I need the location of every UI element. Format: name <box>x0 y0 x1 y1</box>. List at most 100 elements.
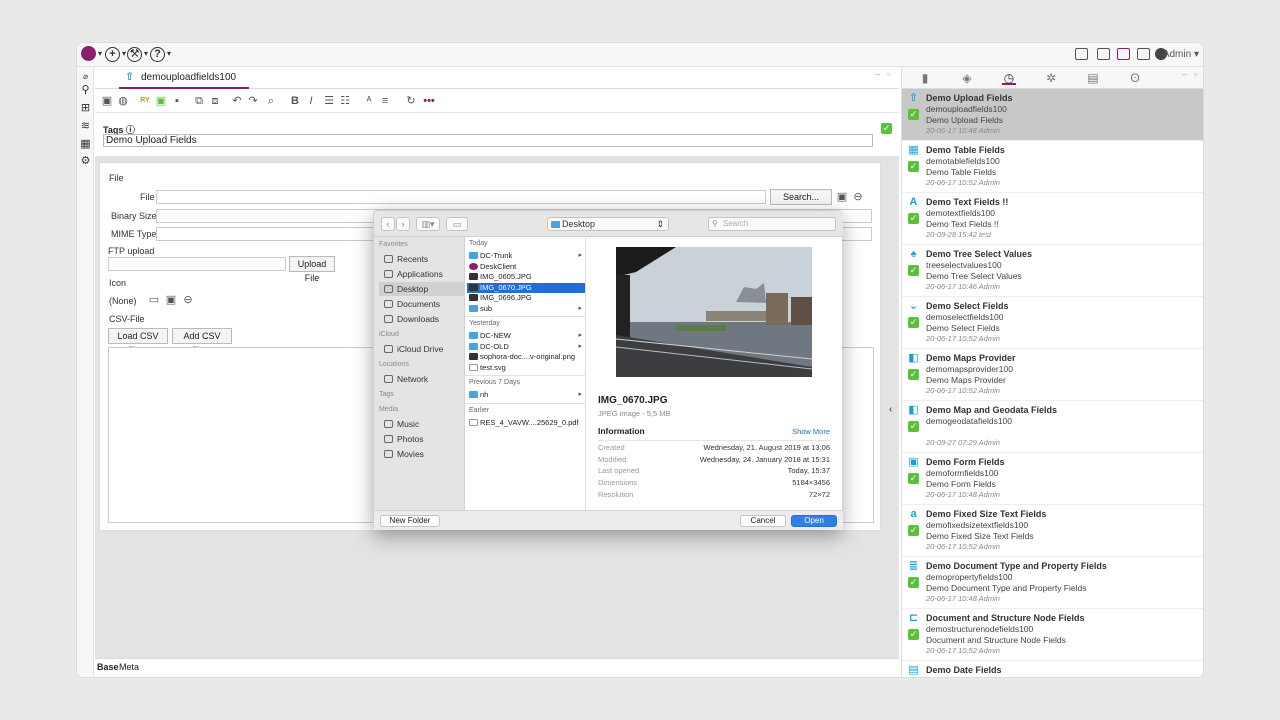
list-item[interactable]: ⊏ ✓ Document and Structure Node Fields demo… <box>902 609 1203 661</box>
maximize-icon[interactable]: ▫ <box>887 69 890 79</box>
sidebar-item-desktop[interactable]: Desktop <box>379 282 465 296</box>
undo-icon[interactable]: ↶ <box>231 95 243 107</box>
pin-icon[interactable]: ⌀ <box>80 71 91 82</box>
file-item[interactable]: RES_4_VAVW....25629_0.pdf <box>467 418 585 428</box>
sidebar-item-network[interactable]: Network <box>384 372 464 386</box>
structure-view-icon[interactable] <box>1075 48 1088 60</box>
history-icon[interactable]: ◷ <box>1002 71 1016 85</box>
file-item[interactable]: nh ▸ <box>467 390 585 400</box>
list-item[interactable]: ≣ ✓ Demo Document Type and Property Fields… <box>902 557 1203 609</box>
calendar-search-icon[interactable]: ▦ <box>80 139 91 150</box>
file-item[interactable]: DC-OLD ▸ <box>467 342 585 352</box>
sidebar-item-photos[interactable]: Photos <box>384 432 464 446</box>
inbox-icon[interactable]: ▤ <box>1086 71 1100 85</box>
align-icon[interactable]: ≡ <box>379 95 391 107</box>
refresh-icon[interactable]: ↻ <box>405 95 417 107</box>
new-folder-icon[interactable]: ▭ <box>446 217 468 231</box>
italic-icon[interactable]: I <box>305 95 317 107</box>
add-csv-button[interactable]: Add CSV file... <box>172 328 232 355</box>
minimize-icon[interactable]: – <box>1182 69 1187 79</box>
maximize-icon[interactable]: ▫ <box>1194 69 1197 79</box>
search-button[interactable]: Search... <box>770 189 832 205</box>
copy-icon[interactable]: ⧉ <box>193 95 205 107</box>
ftp-upload-field[interactable] <box>108 257 286 271</box>
file-item[interactable]: IMG_0696.JPG <box>467 293 585 303</box>
file-item[interactable]: sophora-doc....v-original.png <box>467 352 585 362</box>
globe-icon[interactable]: ◍ <box>117 95 129 107</box>
sidebar-item-documents[interactable]: Documents <box>384 297 464 311</box>
file-item[interactable]: IMG_0670.JPG <box>467 282 585 293</box>
search-input[interactable]: ⚲ Search <box>708 217 836 231</box>
list-item[interactable]: ▦ ✓ Demo Table Fields demotablefields100 Dem… <box>902 141 1203 193</box>
show-more-link[interactable]: Show More <box>792 427 830 436</box>
collapse-panel-icon[interactable]: ‹ <box>889 404 892 415</box>
app-logo[interactable] <box>81 46 96 61</box>
more-icon[interactable]: ••• <box>423 95 435 107</box>
chevron-down-icon[interactable]: ▾ <box>122 49 126 58</box>
ry-icon[interactable]: RY <box>139 95 151 107</box>
sidebar-item-movies[interactable]: Movies <box>384 447 464 461</box>
save-icon[interactable]: ▣ <box>101 95 113 107</box>
user-menu[interactable]: Admin ▾ <box>1163 49 1199 60</box>
find-icon[interactable]: ⌕ <box>265 95 277 107</box>
file-item[interactable]: DC-NEW ▸ <box>467 331 585 341</box>
list-item[interactable]: A ✓ Demo Text Fields !! demotextfields100 De… <box>902 193 1203 245</box>
redo-icon[interactable]: ↷ <box>247 95 259 107</box>
list-item[interactable]: ⌄ ✓ Demo Select Fields demoselectfields100 D… <box>902 297 1203 349</box>
gear-icon[interactable]: ⚙ <box>80 156 91 167</box>
tab-base[interactable]: Base <box>97 662 119 672</box>
file-item[interactable]: DC-Trunk ▸ <box>467 251 585 261</box>
approve-icon[interactable]: ▣ <box>155 95 167 107</box>
sidebar-item-icloud-drive[interactable]: iCloud Drive <box>384 342 464 356</box>
view-mode-button[interactable]: ▥▾ <box>416 217 440 231</box>
tab-meta[interactable]: Meta <box>119 662 139 672</box>
bullet-list-icon[interactable]: ☰ <box>323 95 335 107</box>
file-field[interactable] <box>156 190 766 204</box>
tab-document[interactable]: ⇧ demouploadfields100 <box>119 67 249 89</box>
list-item[interactable]: ▤✓Demo Date Fieldsdemodatefields100 <box>902 661 1203 678</box>
list-item[interactable]: ◧ ✓ Demo Map and Geodata Fields demogeodata… <box>902 401 1203 453</box>
rss-icon[interactable]: ≋ <box>80 121 91 132</box>
numbered-list-icon[interactable]: ☷ <box>339 95 351 107</box>
location-select[interactable]: Desktop ⇕ <box>547 217 669 231</box>
file-item[interactable]: sub ▸ <box>467 304 585 314</box>
sidebar-item-recents[interactable]: Recents <box>384 252 464 266</box>
file-item[interactable]: IMG_0605.JPG <box>467 272 585 282</box>
minimize-icon[interactable]: – <box>875 69 880 79</box>
chevron-down-icon[interactable]: ▾ <box>167 49 171 58</box>
cancel-button[interactable]: Cancel <box>740 515 786 527</box>
forward-button[interactable]: › <box>396 217 410 231</box>
save-icon[interactable]: ▣ <box>836 191 848 203</box>
paste-icon[interactable]: ⧈ <box>209 95 221 107</box>
sitemap-icon[interactable]: ⊞ <box>80 103 91 114</box>
spellcheck-icon[interactable]: ᴬ <box>363 95 375 107</box>
bookmark-icon[interactable]: ▮ <box>918 71 932 85</box>
bold-icon[interactable]: B <box>289 95 301 107</box>
search-icon[interactable]: ⚲ <box>80 85 91 96</box>
list-item[interactable]: ▣ ✓ Demo Form Fields demoformfields100 Demo … <box>902 453 1203 505</box>
list-item[interactable]: ◧ ✓ Demo Maps Provider demomapsprovider100 D… <box>902 349 1203 401</box>
list-item[interactable]: ⇧ ✓ Demo Upload Fields demouploadfields100 D… <box>902 89 1203 141</box>
file-item[interactable]: DeskClient <box>467 262 585 272</box>
sidebar-item-music[interactable]: Music <box>384 417 464 431</box>
load-csv-button[interactable]: Load CSV file... <box>108 328 168 355</box>
save-icon[interactable]: ▣ <box>165 294 177 306</box>
tools-icon[interactable]: ⚒ <box>127 47 142 62</box>
sidebar-item-downloads[interactable]: Downloads <box>384 312 464 326</box>
chevron-down-icon[interactable]: ▾ <box>144 49 148 58</box>
remove-icon[interactable]: ⊖ <box>852 191 864 203</box>
new-folder-button[interactable]: New Folder <box>380 515 440 527</box>
folder-icon[interactable]: ▭ <box>148 294 160 306</box>
preview-icon[interactable] <box>1097 48 1110 60</box>
file-item[interactable]: test.svg <box>467 363 585 373</box>
tags-input[interactable]: Demo Upload Fields <box>103 134 873 147</box>
open-button[interactable]: Open <box>791 515 837 527</box>
back-button[interactable]: ‹ <box>381 217 395 231</box>
aperture-icon[interactable]: ✲ <box>1044 71 1058 85</box>
remove-icon[interactable]: ⊖ <box>182 294 194 306</box>
sidebar-item-applications[interactable]: Applications <box>384 267 464 281</box>
image-icon[interactable]: ▪ <box>171 95 183 107</box>
list-item[interactable]: ♠ ✓ Demo Tree Select Values treeselectvalue… <box>902 245 1203 297</box>
layers-icon[interactable]: ◈ <box>960 71 974 85</box>
list-item[interactable]: a ✓ Demo Fixed Size Text Fields demofixedsi… <box>902 505 1203 557</box>
